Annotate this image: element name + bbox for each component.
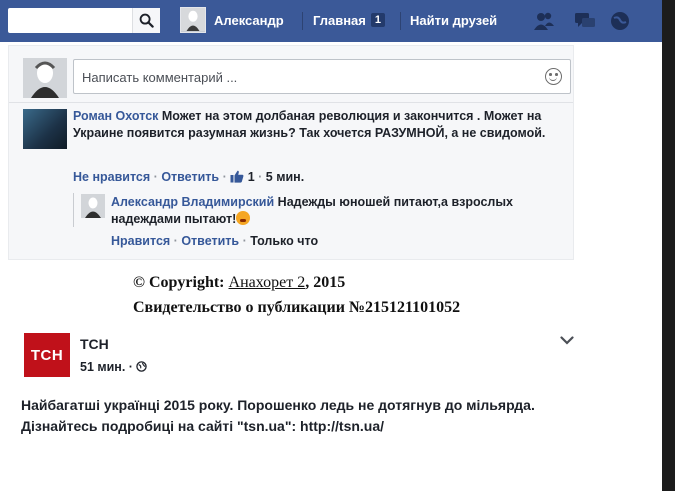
- notifications-globe-icon[interactable]: [608, 9, 632, 33]
- comment-input[interactable]: Написать комментарий ...: [73, 59, 571, 94]
- separator-dot: ·: [222, 170, 227, 184]
- reply-actions: Нравится · Ответить · Только что: [111, 234, 318, 248]
- globe-icon: [136, 361, 148, 372]
- find-friends-link[interactable]: Найти друзей: [410, 6, 497, 34]
- separator-dot: ·: [258, 170, 263, 184]
- emoji-icon: [236, 211, 251, 225]
- reply-timestamp[interactable]: Только что: [250, 234, 318, 248]
- comments-section: Написать комментарий ... Роман Охотск Мо…: [8, 45, 574, 260]
- home-badge: 1: [370, 13, 385, 27]
- page-logo-text: ТСН: [30, 346, 64, 364]
- comment-author-link[interactable]: Роман Охотск: [73, 109, 158, 123]
- page-name-link[interactable]: ТСН: [80, 336, 109, 352]
- reply-author-avatar[interactable]: [81, 194, 105, 218]
- home-link[interactable]: Главная 1: [313, 6, 385, 34]
- separator-dot: ·: [242, 234, 247, 248]
- copyright-line: © Copyright: Анахорет 2, 2015: [133, 270, 460, 295]
- divider: [9, 102, 573, 103]
- nav-separator: [400, 12, 401, 30]
- post-time-text: 51 мин. ·: [80, 360, 133, 374]
- like-count: 1: [247, 170, 255, 184]
- home-label: Главная: [313, 12, 366, 28]
- author-link[interactable]: Анахорет 2: [229, 274, 306, 291]
- copyright-year: , 2015: [305, 274, 346, 291]
- reply-body: Александр Владимирский Надежды юношей пи…: [111, 194, 551, 228]
- reply-link[interactable]: Ответить: [161, 170, 219, 184]
- separator-dot: ·: [173, 234, 178, 248]
- search-button[interactable]: [132, 8, 160, 33]
- separator-dot: ·: [153, 170, 158, 184]
- profile-link[interactable]: Александр: [180, 6, 284, 34]
- profile-name: Александр: [214, 12, 284, 28]
- copyright-block: © Copyright: Анахорет 2, 2015 Свидетельс…: [133, 270, 460, 320]
- reply-thread-line: [73, 193, 74, 227]
- search-icon: [139, 13, 154, 28]
- comment-placeholder: Написать комментарий ...: [82, 70, 238, 85]
- comment-body: Роман Охотск Может на этом долбаная рево…: [73, 108, 563, 142]
- post-timestamp[interactable]: 51 мин. ·: [80, 360, 148, 374]
- thumbs-up-icon: [230, 170, 244, 183]
- post-options-chevron-icon[interactable]: [559, 333, 575, 347]
- copyright-prefix: © Copyright:: [133, 274, 229, 291]
- commenter-avatar: [23, 58, 67, 98]
- like-link[interactable]: Нравится: [111, 234, 170, 248]
- page-logo[interactable]: ТСН: [24, 333, 70, 377]
- user-avatar: [180, 7, 206, 33]
- comment-actions: Не нравится · Ответить · 1 · 5 мин.: [73, 170, 304, 184]
- comment-author-avatar[interactable]: [23, 109, 67, 149]
- find-friends-label: Найти друзей: [410, 12, 498, 28]
- reply-author-link[interactable]: Александр Владимирский: [111, 195, 274, 209]
- top-navigation-bar: Александр Главная 1 Найти друзей: [0, 0, 662, 42]
- search-input[interactable]: [8, 8, 160, 33]
- messages-icon[interactable]: [573, 9, 597, 33]
- post-text: Найбагатші українці 2015 року. Порошенко…: [21, 397, 535, 434]
- nav-separator: [302, 12, 303, 30]
- publication-certificate: Свидетельство о публикации №215121101052: [133, 299, 461, 316]
- window-edge: [662, 0, 675, 491]
- dislike-link[interactable]: Не нравится: [73, 170, 150, 184]
- comment-timestamp[interactable]: 5 мин.: [266, 170, 304, 184]
- emoji-icon[interactable]: [545, 68, 562, 85]
- reply-link[interactable]: Ответить: [181, 234, 239, 248]
- friend-requests-icon[interactable]: [532, 9, 556, 33]
